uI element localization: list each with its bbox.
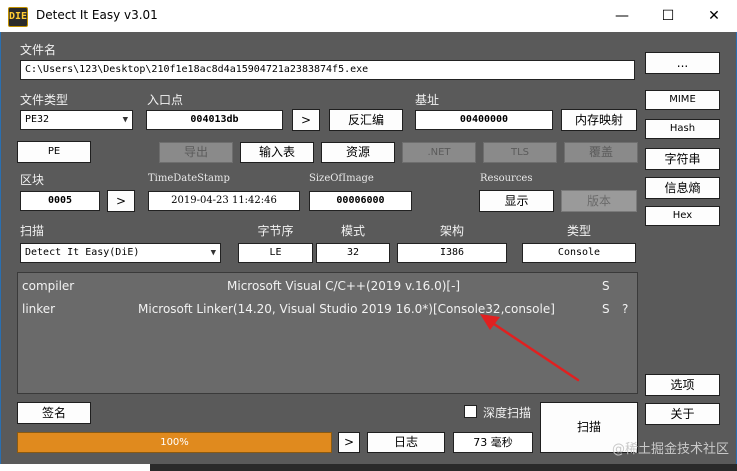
mode-field[interactable]: 32: [316, 243, 390, 263]
architecture-field[interactable]: I386: [397, 243, 507, 263]
file-type-value: PE32: [25, 114, 50, 125]
scan-engine-value: Detect It Easy(DiE): [25, 247, 140, 258]
timestamp-field[interactable]: 2019-04-23 11:42:46: [148, 191, 300, 211]
taskbar-edge: [150, 464, 737, 471]
annotation-arrow-icon: [480, 314, 580, 382]
memory-map-button[interactable]: 内存映射: [561, 109, 637, 131]
type-field[interactable]: Console: [522, 243, 636, 263]
scan-progress-bar: 100%: [17, 432, 332, 453]
entry-go-button[interactable]: >: [292, 109, 320, 131]
browse-button[interactable]: ...: [645, 52, 720, 74]
options-button[interactable]: 选项: [645, 374, 720, 396]
deep-scan-label: 深度扫描: [483, 406, 532, 420]
file-name-label: 文件名: [20, 43, 57, 57]
result-kind: compiler: [22, 279, 75, 293]
pe-button[interactable]: PE: [17, 141, 91, 163]
chevron-down-icon: ▼: [122, 115, 128, 125]
result-flag: S: [602, 279, 610, 293]
entropy-button[interactable]: 信息熵: [645, 177, 720, 199]
endianness-label: 字节序: [257, 224, 294, 238]
sizeofimage-field[interactable]: 00006000: [309, 191, 412, 211]
signature-button[interactable]: 签名: [17, 402, 91, 424]
minimize-button[interactable]: —: [599, 0, 645, 32]
scan-label: 扫描: [20, 224, 45, 238]
resources-section-label: Resources: [480, 173, 533, 184]
overlay-button[interactable]: 覆盖: [564, 142, 638, 163]
app-window: DIE Detect It Easy v3.01 — ☐ ✕ 文件名 C:\Us…: [0, 0, 737, 471]
chevron-down-icon: ▼: [210, 248, 216, 258]
version-button[interactable]: 版本: [561, 190, 637, 212]
entry-point-field[interactable]: 004013db: [146, 110, 283, 130]
file-type-select[interactable]: PE32 ▼: [20, 110, 133, 130]
sections-label: 区块: [20, 173, 45, 187]
base-address-label: 基址: [415, 93, 440, 107]
import-table-button[interactable]: 输入表: [240, 142, 314, 163]
mime-button[interactable]: MIME: [645, 90, 720, 110]
deep-scan-checkbox[interactable]: [464, 405, 477, 418]
maximize-button[interactable]: ☐: [645, 0, 691, 32]
mode-label: 模式: [340, 224, 365, 238]
strings-button[interactable]: 字符串: [645, 148, 720, 170]
app-logo-icon: DIE: [8, 7, 28, 27]
title-bar: DIE Detect It Easy v3.01 — ☐ ✕: [0, 0, 737, 32]
timestamp-label: TimeDateStamp: [148, 173, 230, 184]
close-button[interactable]: ✕: [691, 0, 737, 32]
scan-engine-select[interactable]: Detect It Easy(DiE) ▼: [20, 243, 221, 263]
type-label: 类型: [566, 224, 591, 238]
hash-button[interactable]: Hash: [645, 119, 720, 139]
show-resources-button[interactable]: 显示: [479, 190, 554, 212]
base-address-field[interactable]: 00400000: [415, 110, 553, 130]
log-button[interactable]: 日志: [367, 432, 445, 453]
sections-field[interactable]: 0005: [20, 191, 100, 211]
result-row[interactable]: compiler Microsoft Visual C/C++(2019 v.1…: [18, 276, 637, 296]
sizeofimage-label: SizeOfImage: [309, 173, 374, 184]
resources-button[interactable]: 资源: [321, 142, 395, 163]
sections-go-button[interactable]: >: [107, 190, 135, 212]
tls-button[interactable]: TLS: [483, 142, 557, 163]
result-name: Microsoft Visual C/C++(2019 v.16.0)[-]: [227, 279, 461, 293]
endianness-field[interactable]: LE: [238, 243, 313, 263]
file-path-field[interactable]: C:\Users\123\Desktop\210f1e18ac8d4a15904…: [20, 60, 635, 80]
result-extra[interactable]: ?: [622, 302, 628, 316]
result-flag: S: [602, 302, 610, 316]
export-button[interactable]: 导出: [159, 142, 233, 163]
file-type-label: 文件类型: [20, 93, 69, 107]
disassembly-button[interactable]: 反汇编: [329, 109, 403, 131]
watermark-text: @稀土掘金技术社区: [611, 442, 729, 457]
hex-button[interactable]: Hex: [645, 206, 720, 226]
architecture-label: 架构: [439, 224, 464, 238]
log-go-button[interactable]: >: [338, 432, 360, 453]
entry-point-label: 入口点: [147, 93, 184, 107]
window-title: Detect It Easy v3.01: [36, 8, 158, 22]
about-button[interactable]: 关于: [645, 403, 720, 425]
desktop-strip: [0, 464, 737, 471]
result-kind: linker: [22, 302, 56, 316]
net-button[interactable]: .NET: [402, 142, 476, 163]
scan-time-field: 73 毫秒: [453, 432, 533, 453]
